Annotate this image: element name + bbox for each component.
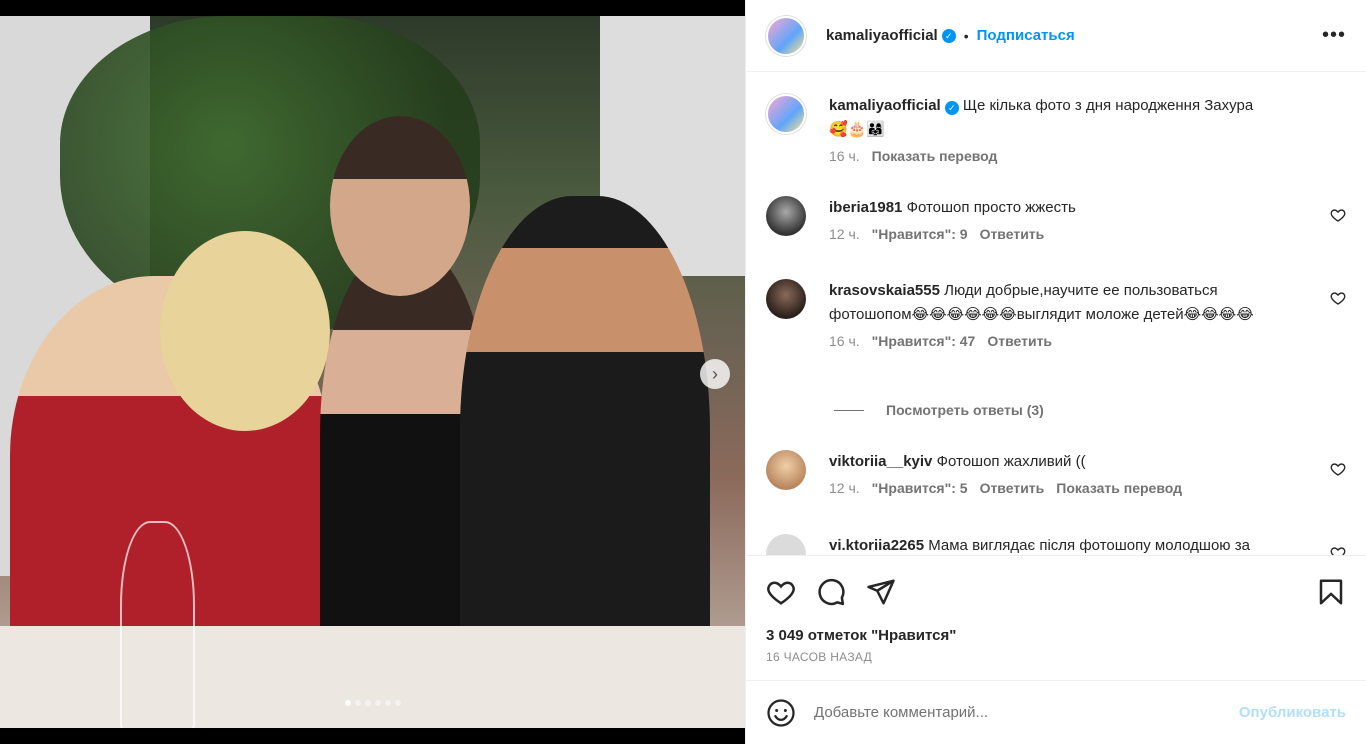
comments-list[interactable]: kamaliyaofficial ✓ Ще кілька фото з дня н… [746, 72, 1366, 555]
caption-text: kamaliyaofficial ✓ Ще кілька фото з дня н… [829, 94, 1346, 142]
post-modal: › kamaliyaofficial ✓ • Подписаться ••• k… [0, 0, 1366, 744]
caption-username[interactable]: kamaliyaofficial [829, 97, 941, 114]
post-time[interactable]: 16 ЧАСОВ НАЗАД [746, 644, 1366, 680]
comment-composer: Опубликовать [746, 680, 1366, 744]
comment-translate-link[interactable]: Показать перевод [1056, 480, 1182, 496]
comment-body: viktoriia__kyiv Фотошоп жахливий (( 12 ч… [829, 450, 1346, 496]
comment-item: vi.ktoriia2265 Мама виглядає після фотош… [766, 534, 1346, 555]
caption-content: Ще кілька фото з дня народження Захура [962, 97, 1254, 114]
caption-avatar[interactable] [766, 94, 806, 134]
carousel-dots [0, 700, 745, 706]
follow-button[interactable]: Подписаться [977, 27, 1075, 44]
author-avatar[interactable] [766, 15, 806, 56]
comment-content: Фотошоп жахливий (( [936, 453, 1086, 470]
share-icon[interactable] [866, 577, 896, 607]
comment-item: viktoriia__kyiv Фотошоп жахливий (( 12 ч… [766, 450, 1346, 496]
photo-glass [120, 521, 195, 728]
comment-time[interactable]: 12 ч. [829, 480, 860, 496]
comment-meta: 12 ч. "Нравится": 9 Ответить [829, 226, 1346, 242]
emoji-icon[interactable] [766, 698, 796, 728]
chevron-right-icon: › [712, 363, 718, 384]
comment-likes[interactable]: "Нравится": 5 [872, 480, 968, 496]
caption-time[interactable]: 16 ч. [829, 148, 860, 164]
heart-icon[interactable] [1330, 545, 1346, 555]
view-replies-button[interactable]: Посмотреть ответы (3) [834, 402, 1044, 418]
comment-username[interactable]: vi.ktoriia2265 [829, 537, 924, 554]
carousel-dot [394, 700, 401, 706]
comment-time[interactable]: 12 ч. [829, 226, 860, 242]
separator-bullet: • [963, 27, 969, 44]
comment-body: iberia1981 Фотошоп просто жжесть 12 ч. "… [829, 196, 1346, 242]
comment-content: Фотошоп просто жжесть [906, 199, 1076, 216]
comment-text: viktoriia__kyiv Фотошоп жахливий (( [829, 450, 1346, 474]
comment-likes[interactable]: "Нравится": 9 [872, 226, 968, 242]
comment-input[interactable] [814, 704, 1239, 721]
carousel-dot [374, 700, 381, 706]
view-replies-label: Посмотреть ответы (3) [886, 402, 1044, 418]
carousel-dot [384, 700, 391, 706]
comment-item: iberia1981 Фотошоп просто жжесть 12 ч. "… [766, 196, 1346, 242]
heart-icon[interactable] [1330, 461, 1346, 477]
carousel-dot [354, 700, 361, 706]
heart-icon[interactable] [1330, 290, 1346, 306]
bookmark-icon[interactable] [1316, 577, 1346, 607]
caption-body: kamaliyaofficial ✓ Ще кілька фото з дня н… [829, 94, 1346, 164]
comment-reply-button[interactable]: Ответить [987, 333, 1052, 349]
caption: kamaliyaofficial ✓ Ще кілька фото з дня н… [766, 94, 1346, 164]
comment-username[interactable]: krasovskaia555 [829, 282, 940, 299]
heart-icon[interactable] [766, 577, 796, 607]
caption-meta: 16 ч. Показать перевод [829, 148, 1346, 164]
commenter-avatar[interactable] [766, 450, 806, 490]
verified-icon: ✓ [941, 28, 956, 43]
comment-text: krasovskaia555 Люди добрые,научите ее по… [829, 279, 1299, 327]
publish-button[interactable]: Опубликовать [1239, 704, 1346, 721]
verified-icon: ✓ [944, 101, 959, 115]
comment-username[interactable]: iberia1981 [829, 199, 902, 216]
more-icon[interactable]: ••• [1322, 24, 1346, 47]
post-header: kamaliyaofficial ✓ • Подписаться ••• [746, 0, 1366, 72]
carousel-next-button[interactable]: › [700, 359, 730, 389]
caption-emoji: 🥰🎂👨‍👩‍👧 [829, 121, 886, 138]
comment-username[interactable]: viktoriia__kyiv [829, 453, 932, 470]
commenter-avatar[interactable] [766, 279, 806, 319]
heart-icon[interactable] [1330, 207, 1346, 223]
post-media: › [0, 0, 745, 744]
photo-woman-hair [160, 231, 330, 431]
view-replies-line [834, 409, 864, 411]
comment-reply-button[interactable]: Ответить [980, 480, 1045, 496]
post-photo [0, 16, 745, 728]
likes-count[interactable]: 3 049 отметок "Нравится" [746, 627, 1366, 644]
comment-text: vi.ktoriia2265 Мама виглядає після фотош… [829, 534, 1346, 555]
comment-reply-button[interactable]: Ответить [980, 226, 1045, 242]
comment-item: krasovskaia555 Люди добрые,научите ее по… [766, 279, 1346, 349]
comment-meta: 16 ч. "Нравится": 47 Ответить [829, 333, 1346, 349]
comment-time[interactable]: 16 ч. [829, 333, 860, 349]
comment-icon[interactable] [816, 577, 846, 607]
comment-body: vi.ktoriia2265 Мама виглядає після фотош… [829, 534, 1346, 555]
commenter-avatar[interactable] [766, 196, 806, 236]
comment-content: Мама виглядає після фотошопу молодшою за [928, 537, 1250, 554]
carousel-dot [364, 700, 371, 706]
comment-text: iberia1981 Фотошоп просто жжесть [829, 196, 1346, 220]
carousel-dot [344, 700, 351, 706]
comment-likes[interactable]: "Нравится": 47 [872, 333, 976, 349]
comment-meta: 12 ч. "Нравится": 5 Ответить Показать пе… [829, 480, 1346, 496]
post-actions [746, 555, 1366, 627]
commenter-avatar[interactable] [766, 534, 806, 555]
comment-body: krasovskaia555 Люди добрые,научите ее по… [829, 279, 1346, 349]
caption-translate-link[interactable]: Показать перевод [872, 148, 998, 164]
author-username[interactable]: kamaliyaofficial [826, 27, 938, 44]
photo-girl-back [330, 116, 470, 296]
photo-table [0, 626, 745, 728]
post-side-panel: kamaliyaofficial ✓ • Подписаться ••• kam… [745, 0, 1366, 744]
